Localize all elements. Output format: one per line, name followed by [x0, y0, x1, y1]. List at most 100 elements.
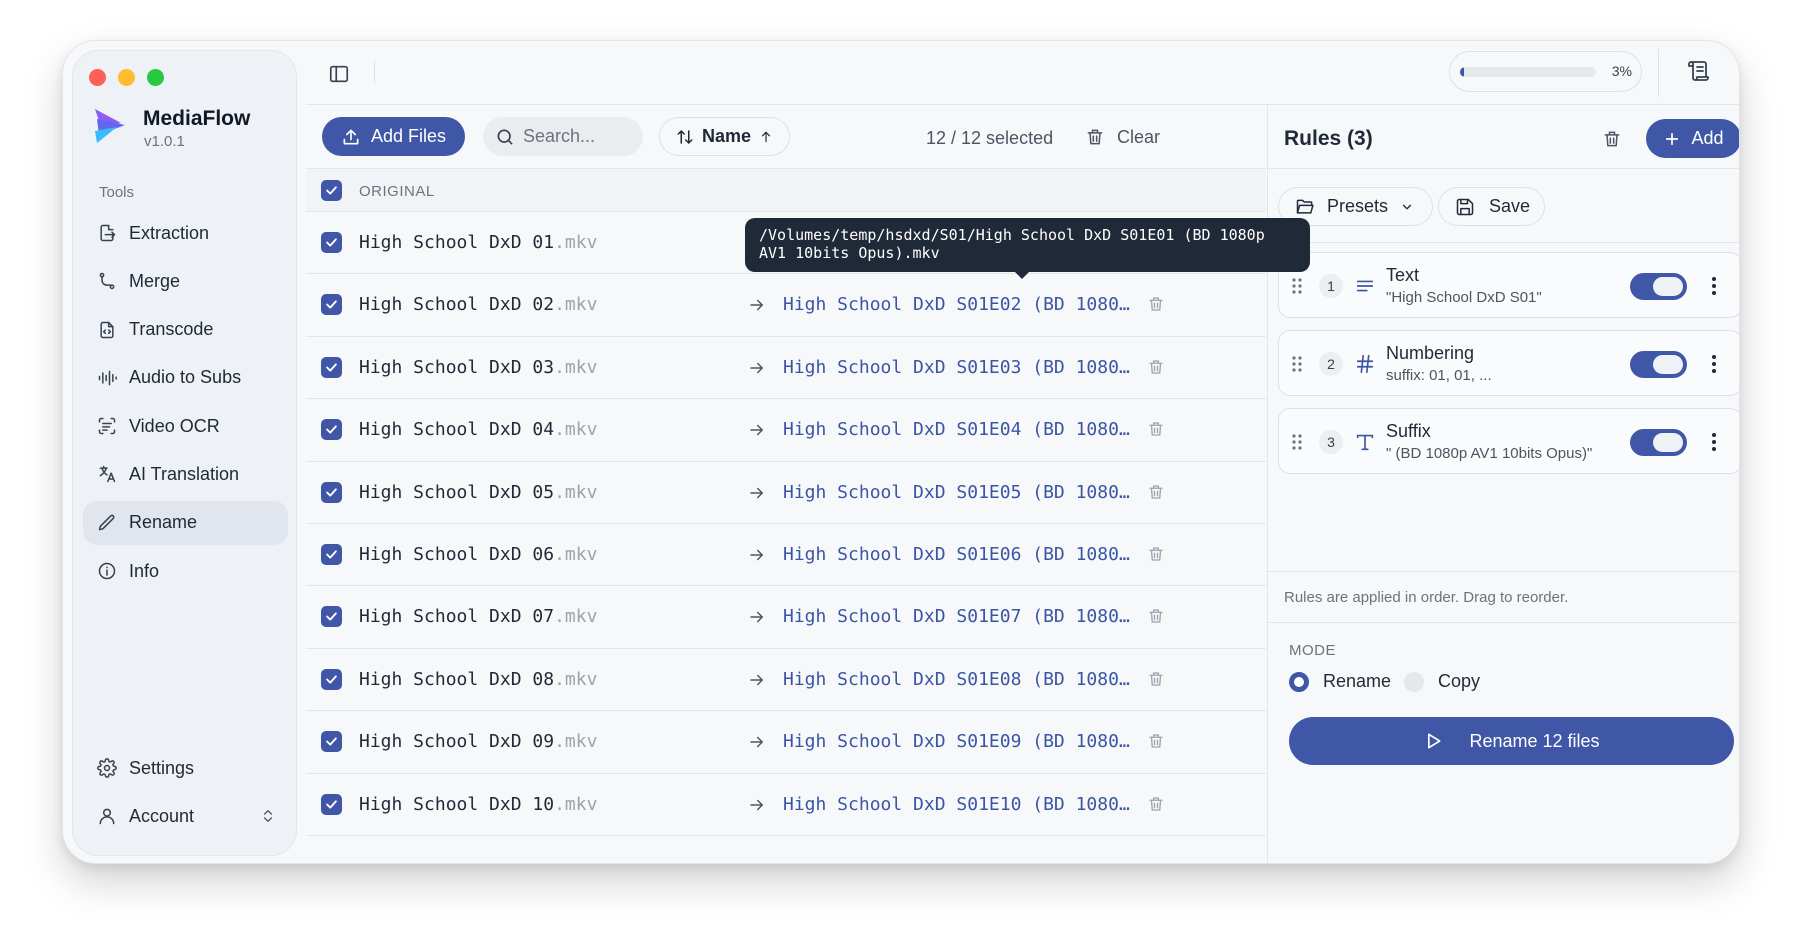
trash-icon[interactable] — [1147, 607, 1165, 625]
toggle-knob — [1653, 355, 1683, 374]
zoom-window-button[interactable] — [147, 69, 164, 86]
check-icon — [326, 675, 337, 684]
sidebar-item-label: Video OCR — [129, 415, 220, 436]
sidebar-item-extraction[interactable]: Extraction — [83, 211, 288, 255]
minimize-window-button[interactable] — [118, 69, 135, 86]
filename-base: High School DxD 10 — [359, 793, 555, 815]
trash-icon[interactable] — [1147, 545, 1165, 563]
select-all-checkbox[interactable] — [321, 180, 342, 201]
rule-card-numbering[interactable]: 2 Numbering suffix: 01, 01, ... — [1278, 330, 1739, 396]
trash-icon[interactable] — [1147, 732, 1165, 750]
row-checkbox[interactable] — [321, 668, 342, 690]
trash-icon[interactable] — [1147, 420, 1165, 438]
rule-enable-toggle[interactable] — [1630, 273, 1687, 300]
filename-extension: .mkv — [554, 356, 598, 378]
sidebar-item-label: Info — [129, 560, 160, 581]
sidebar-item-video-ocr[interactable]: Video OCR — [83, 404, 288, 448]
sort-button[interactable]: Name — [659, 117, 790, 156]
check-icon — [326, 425, 337, 434]
trash-icon[interactable] — [1147, 795, 1165, 813]
new-filename: High School DxD S01E10 (BD 1080p AV1 10b… — [783, 793, 1139, 815]
table-row[interactable]: High School DxD 06.mkv High School DxD S0… — [306, 523, 1266, 587]
rule-card-suffix[interactable]: 3 Suffix " (BD 1080p AV1 10bits Opus)" — [1278, 408, 1739, 474]
trash-icon[interactable] — [1147, 358, 1165, 376]
sidebar-item-audio-to-subs[interactable]: Audio to Subs — [83, 356, 288, 400]
text-lines-icon — [1356, 280, 1374, 292]
search-input[interactable] — [523, 126, 623, 147]
selection-count: 12 / 12 selected — [926, 128, 1054, 148]
trash-icon[interactable] — [1147, 670, 1165, 688]
check-icon — [326, 363, 337, 372]
log-scroll-icon[interactable] — [1687, 59, 1711, 83]
trash-icon[interactable] — [1147, 295, 1165, 313]
row-checkbox[interactable] — [321, 606, 342, 628]
translate-icon — [99, 466, 116, 483]
more-vertical-icon[interactable] — [1711, 431, 1717, 453]
search-box[interactable] — [483, 117, 643, 156]
sidebar-item-merge[interactable]: Merge — [83, 259, 288, 303]
clear-button[interactable]: Clear — [1085, 119, 1160, 155]
row-checkbox[interactable] — [321, 294, 342, 316]
sidebar-item-rename[interactable]: Rename — [83, 500, 288, 545]
sidebar-item-info[interactable]: Info — [83, 549, 288, 593]
rule-enable-toggle[interactable] — [1630, 429, 1687, 456]
drag-handle-icon[interactable] — [1291, 355, 1303, 373]
rule-card-text[interactable]: 1 Text "High School DxD S01" — [1278, 252, 1739, 318]
table-row[interactable]: High School DxD 04.mkv High School DxD S0… — [306, 399, 1266, 462]
close-window-button[interactable] — [89, 69, 106, 86]
table-row[interactable]: High School DxD 02.mkv High School DxD S0… — [306, 274, 1266, 337]
row-checkbox[interactable] — [321, 356, 342, 378]
new-filename: High School DxD S01E05 (BD 1080p AV1 10b… — [783, 481, 1139, 503]
table-row[interactable]: High School DxD 10.mkv High School DxD S0… — [306, 773, 1266, 836]
filename-extension: .mkv — [554, 481, 598, 503]
window-controls — [89, 69, 164, 86]
mode-radio-rename[interactable]: Rename — [1289, 671, 1391, 692]
sidebar-item-ai-translation[interactable]: AI Translation — [83, 452, 288, 496]
add-rule-button[interactable]: Add — [1646, 119, 1739, 158]
sidebar-item-transcode[interactable]: Transcode — [83, 308, 288, 352]
sidebar-item-label: Audio to Subs — [129, 367, 242, 388]
filename-extension: .mkv — [554, 294, 598, 316]
mode-radio-copy[interactable]: Copy — [1404, 671, 1480, 692]
filename-base: High School DxD 02 — [359, 294, 555, 316]
rename-files-button[interactable]: Rename 12 files — [1289, 717, 1734, 765]
table-row[interactable]: High School DxD 03.mkv High School DxD S0… — [306, 336, 1266, 400]
arrow-right-icon — [750, 612, 763, 623]
more-vertical-icon[interactable] — [1711, 275, 1717, 297]
trash-icon[interactable] — [1602, 129, 1622, 149]
row-checkbox[interactable] — [321, 793, 342, 815]
filename-base: High School DxD 08 — [359, 668, 555, 690]
table-row[interactable]: High School DxD 09.mkv High School DxD S0… — [306, 711, 1266, 774]
arrow-right-icon — [750, 487, 763, 498]
gear-icon — [97, 758, 117, 778]
add-files-button[interactable]: Add Files — [322, 117, 465, 156]
more-vertical-icon[interactable] — [1711, 353, 1717, 375]
drag-handle-icon[interactable] — [1291, 433, 1303, 451]
trash-icon[interactable] — [1147, 483, 1165, 501]
row-checkbox[interactable] — [321, 543, 342, 565]
file-export-icon — [100, 224, 116, 242]
row-checkbox[interactable] — [321, 731, 342, 753]
rule-name: Text — [1386, 265, 1420, 285]
row-checkbox[interactable] — [321, 481, 342, 503]
progress-fill — [1460, 67, 1465, 77]
drag-handle-icon[interactable] — [1291, 277, 1303, 295]
row-checkbox[interactable] — [321, 419, 342, 441]
table-row[interactable]: High School DxD 08.mkv High School DxD S0… — [306, 648, 1266, 712]
filename-base: High School DxD 04 — [359, 419, 555, 441]
rule-enable-toggle[interactable] — [1630, 351, 1687, 378]
toggle-knob — [1653, 433, 1683, 452]
sidebar-item-account[interactable]: Account — [83, 794, 288, 838]
original-filename: High School DxD 01.mkv — [359, 232, 597, 253]
row-checkbox[interactable] — [321, 232, 342, 253]
check-icon — [326, 238, 337, 247]
sidebar-item-settings[interactable]: Settings — [83, 746, 288, 790]
search-icon — [497, 129, 513, 144]
save-preset-button[interactable]: Save — [1438, 187, 1545, 226]
table-row[interactable]: High School DxD 05.mkv High School DxD S0… — [306, 461, 1266, 524]
toolbar-divider — [1658, 49, 1659, 97]
sidebar-toggle-icon[interactable] — [328, 63, 350, 85]
tooltip-line: /Volumes/temp/hsdxd/S01/High School DxD … — [759, 226, 1265, 244]
table-row[interactable]: High School DxD 07.mkv High School DxD S0… — [306, 586, 1266, 649]
sidebar-item-label: AI Translation — [129, 463, 240, 484]
